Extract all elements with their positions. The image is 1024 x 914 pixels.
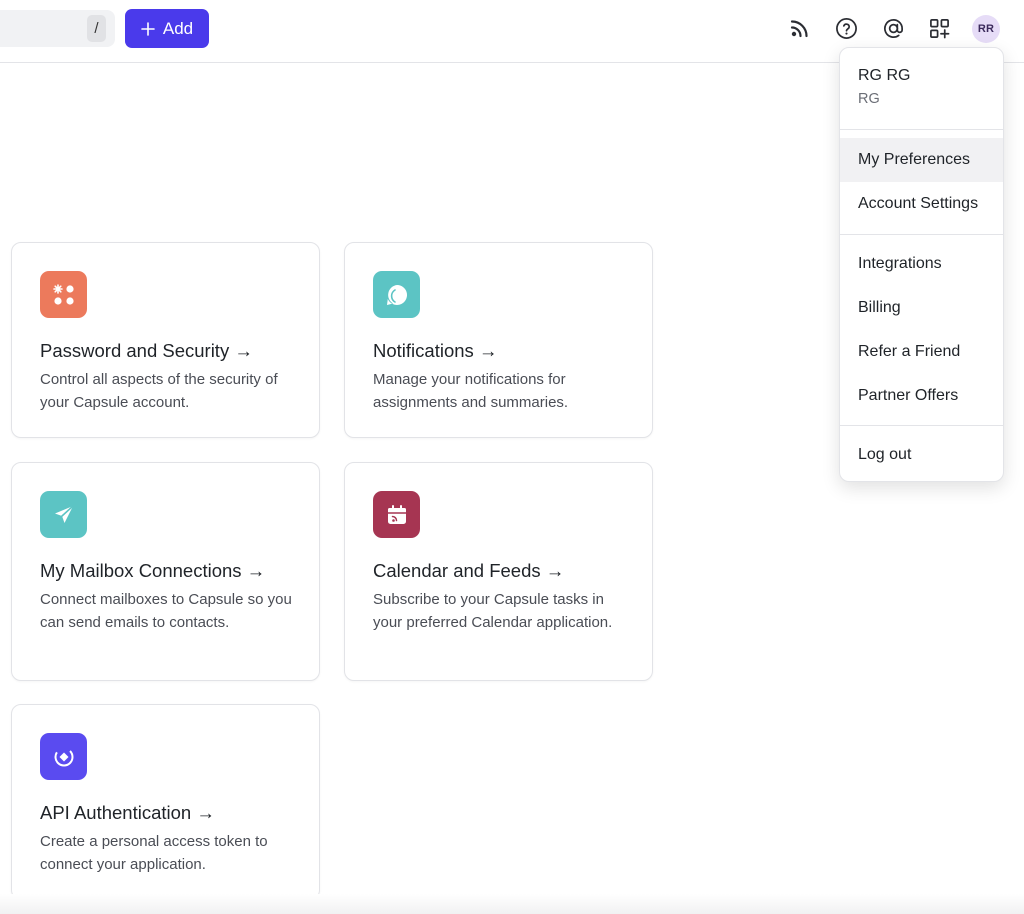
card-description: Subscribe to your Capsule tasks in your … xyxy=(373,591,613,631)
notification-bubble-icon xyxy=(373,271,420,318)
search-shortcut-key: / xyxy=(87,15,106,42)
plus-icon xyxy=(141,21,155,36)
card-mailbox-connections[interactable]: My Mailbox Connections → Connect mailbox… xyxy=(11,462,320,681)
security-dots-icon xyxy=(40,271,87,318)
card-title: Notifications → xyxy=(373,340,498,361)
calendar-feed-icon xyxy=(373,491,420,538)
feed-icon[interactable] xyxy=(787,15,813,41)
menu-item-integrations[interactable]: Integrations xyxy=(840,242,1003,286)
card-calendar-feeds[interactable]: Calendar and Feeds → Subscribe to your C… xyxy=(344,462,653,681)
card-title: Password and Security → xyxy=(40,340,253,361)
menu-item-partner-offers[interactable]: Partner Offers xyxy=(840,374,1003,418)
avatar[interactable]: RR xyxy=(972,15,1000,43)
menu-item-log-out[interactable]: Log out xyxy=(840,433,1003,477)
menu-divider xyxy=(840,234,1003,235)
card-description: Control all aspects of the security of y… xyxy=(40,371,278,411)
menu-user-subtitle: RG xyxy=(858,91,880,107)
page-bottom-edge xyxy=(0,894,1024,914)
add-button-label: Add xyxy=(162,18,194,38)
menu-item-my-preferences[interactable]: My Preferences xyxy=(840,138,1003,182)
send-icon xyxy=(40,491,87,538)
card-description: Manage your notifications for assignment… xyxy=(373,371,569,411)
card-password-security[interactable]: Password and Security → Control all aspe… xyxy=(11,242,320,438)
card-title: API Authentication → xyxy=(40,802,215,823)
mentions-at-icon[interactable] xyxy=(880,15,906,41)
menu-divider xyxy=(840,425,1003,426)
card-description: Create a personal access token to connec… xyxy=(40,833,268,873)
help-icon[interactable] xyxy=(833,15,859,41)
add-button[interactable]: Add xyxy=(125,9,209,48)
card-title: My Mailbox Connections → xyxy=(40,560,266,581)
card-description: Connect mailboxes to Capsule so you can … xyxy=(40,591,292,631)
menu-divider xyxy=(840,129,1003,130)
apps-add-icon[interactable] xyxy=(926,15,952,41)
card-api-authentication[interactable]: API Authentication → Create a personal a… xyxy=(11,704,320,900)
user-menu: RG RG RG My Preferences Account Settings… xyxy=(839,47,1004,482)
menu-item-account-settings[interactable]: Account Settings xyxy=(840,182,1003,226)
card-title: Calendar and Feeds → xyxy=(373,560,565,581)
card-notifications[interactable]: Notifications → Manage your notification… xyxy=(344,242,653,438)
menu-user-name: RG RG xyxy=(858,67,911,84)
menu-item-refer-a-friend[interactable]: Refer a Friend xyxy=(840,330,1003,374)
api-icon xyxy=(40,733,87,780)
menu-item-billing[interactable]: Billing xyxy=(840,286,1003,330)
